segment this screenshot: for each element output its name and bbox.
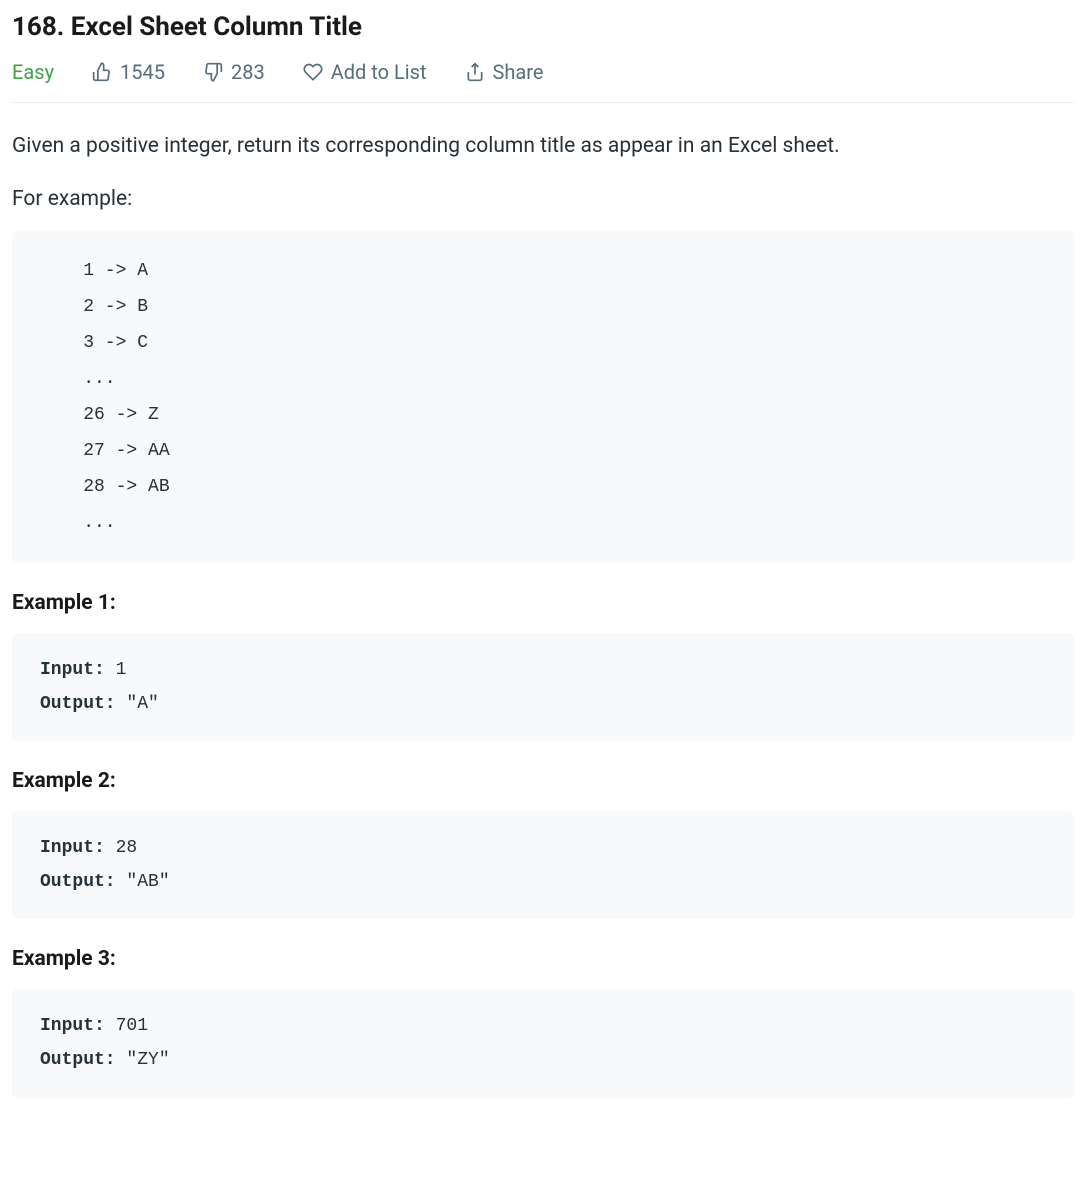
example-heading: Example 1: [12, 591, 1074, 615]
share-button[interactable]: Share [465, 60, 544, 84]
example-heading: Example 2: [12, 769, 1074, 793]
like-button[interactable]: 1545 [92, 60, 165, 84]
output-value: "ZY" [116, 1050, 170, 1070]
heart-icon [303, 62, 323, 82]
add-to-list-label: Add to List [331, 60, 427, 84]
input-value: 701 [105, 1016, 148, 1036]
output-value: "AB" [116, 872, 170, 892]
input-label: Input: [40, 660, 105, 680]
output-label: Output: [40, 1050, 116, 1070]
problem-description: Given a positive integer, return its cor… [12, 131, 1074, 163]
example-heading: Example 3: [12, 947, 1074, 971]
for-example-label: For example: [12, 187, 1074, 211]
dislike-button[interactable]: 283 [203, 60, 265, 84]
thumbs-up-icon [92, 62, 112, 82]
input-label: Input: [40, 1016, 105, 1036]
example-block: Input: 701 Output: "ZY" [12, 989, 1074, 1097]
difficulty-badge: Easy [12, 60, 54, 84]
share-label: Share [493, 60, 544, 84]
meta-row: Easy 1545 283 Add to List Share [12, 60, 1074, 103]
problem-title: 168. Excel Sheet Column Title [12, 12, 1074, 42]
output-value: "A" [116, 694, 159, 714]
input-value: 1 [105, 660, 127, 680]
mapping-code-block: 1 -> A 2 -> B 3 -> C ... 26 -> Z 27 -> A… [12, 231, 1074, 563]
dislike-count: 283 [231, 60, 265, 84]
example-block: Input: 1 Output: "A" [12, 633, 1074, 741]
example-block: Input: 28 Output: "AB" [12, 811, 1074, 919]
input-value: 28 [105, 838, 137, 858]
output-label: Output: [40, 872, 116, 892]
thumbs-down-icon [203, 62, 223, 82]
input-label: Input: [40, 838, 105, 858]
share-icon [465, 62, 485, 82]
output-label: Output: [40, 694, 116, 714]
add-to-list-button[interactable]: Add to List [303, 60, 427, 84]
like-count: 1545 [120, 60, 165, 84]
